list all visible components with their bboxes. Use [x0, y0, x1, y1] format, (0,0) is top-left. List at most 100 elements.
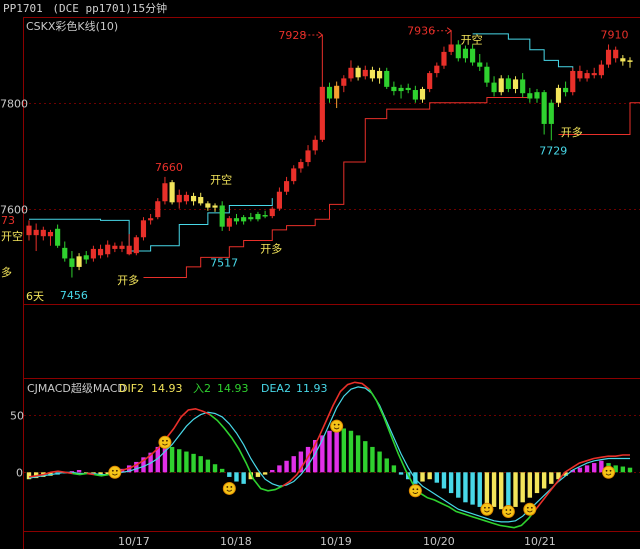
candle: [412, 85, 418, 103]
annotation-label: 7456: [60, 289, 88, 302]
candle: [434, 62, 440, 78]
candle: [140, 217, 147, 241]
macd-legend: CJMACD超级MACD DIF2 14.93 入2 14.93 DEA2 11…: [27, 381, 328, 395]
candle-body: [505, 78, 511, 89]
candle: [105, 240, 111, 258]
candle-body: [512, 79, 519, 89]
in-value: 14.93: [217, 382, 249, 395]
candle-body: [198, 197, 204, 204]
candle: [477, 54, 483, 71]
smiley-face: [480, 502, 494, 516]
smiley-eye: [505, 509, 508, 511]
annotation-label: 7910: [601, 28, 629, 41]
candle: [40, 226, 46, 241]
candle: [183, 191, 189, 205]
macd-bar: [334, 426, 339, 473]
candle-body: [377, 70, 383, 79]
annotation-label: 7729: [539, 144, 567, 157]
candle-body: [427, 73, 433, 89]
candle: [69, 251, 75, 278]
candle-body: [484, 66, 490, 83]
smiley-icon: [330, 419, 344, 433]
macd-bar: [284, 460, 289, 473]
candle-body: [398, 87, 404, 92]
candle: [620, 55, 626, 66]
candle-body: [83, 255, 89, 260]
candle-body: [219, 205, 225, 227]
candle-body: [262, 215, 268, 217]
candle-body: [269, 208, 275, 217]
candle: [219, 201, 225, 231]
candle-body: [97, 248, 104, 256]
candle-body: [563, 87, 569, 93]
candle-body: [613, 49, 619, 59]
macd-bar: [477, 472, 482, 507]
candle-body: [348, 67, 354, 79]
dif-line-segment: [86, 472, 95, 476]
candle: [605, 44, 612, 68]
candle: [255, 211, 261, 222]
annotation-label: 开空: [461, 33, 483, 47]
candle-body: [40, 229, 46, 237]
candle-body: [205, 203, 211, 208]
macd-bar: [177, 449, 182, 473]
candle-body: [384, 70, 390, 87]
candle: [55, 224, 61, 248]
macd-bar: [184, 451, 189, 473]
candle: [613, 46, 619, 63]
candle: [33, 223, 39, 252]
candle: [269, 206, 275, 219]
candle: [262, 210, 268, 219]
candle: [584, 69, 590, 82]
smiley-icon: [523, 502, 537, 516]
x-label-1020: 10/20: [423, 535, 455, 548]
smiley-icon: [108, 465, 122, 479]
candle-body: [105, 244, 111, 255]
candle-body: [291, 168, 297, 182]
candle: [563, 81, 569, 97]
candle-body: [298, 162, 304, 169]
candle: [541, 90, 547, 135]
macd-bar: [270, 470, 275, 473]
smiley-face: [330, 419, 344, 433]
candle: [570, 67, 576, 96]
candle-body: [605, 49, 612, 65]
candle-body: [55, 228, 61, 246]
candle: [326, 82, 333, 103]
candle-body: [627, 60, 633, 62]
candle-body: [577, 70, 583, 79]
macd-bar: [355, 435, 361, 473]
smiley-eye: [530, 506, 533, 509]
candle: [248, 212, 254, 222]
x-label-1021: 10/21: [524, 535, 556, 548]
macd-bar: [348, 430, 354, 473]
candle: [520, 73, 526, 98]
candle: [176, 189, 182, 209]
macd-bar: [520, 472, 525, 503]
candle: [226, 216, 232, 231]
candle: [112, 242, 118, 253]
stop-line-1: [143, 96, 531, 279]
candle-body: [312, 139, 318, 151]
candle: [241, 215, 247, 225]
candle: [470, 44, 476, 66]
candle-body: [190, 195, 197, 202]
smiley-icon: [602, 465, 616, 479]
annotation-label: 开多: [117, 273, 139, 287]
candle-body: [47, 231, 54, 237]
macd-tick-0: 0: [16, 467, 23, 480]
candle-body: [491, 82, 497, 93]
smiley-face: [158, 435, 172, 449]
macd-bar: [241, 472, 246, 484]
macd-bar: [534, 472, 540, 494]
price-tick-7800: 7800: [0, 98, 28, 111]
smiley-eye: [162, 439, 164, 442]
stop-line-2: [472, 33, 574, 71]
candle-body: [112, 245, 118, 249]
candle: [212, 203, 218, 212]
candle-body: [62, 247, 68, 259]
macd-bar: [377, 451, 382, 473]
macd-bar: [234, 472, 239, 482]
candle: [26, 220, 32, 241]
candle-body: [90, 248, 96, 259]
